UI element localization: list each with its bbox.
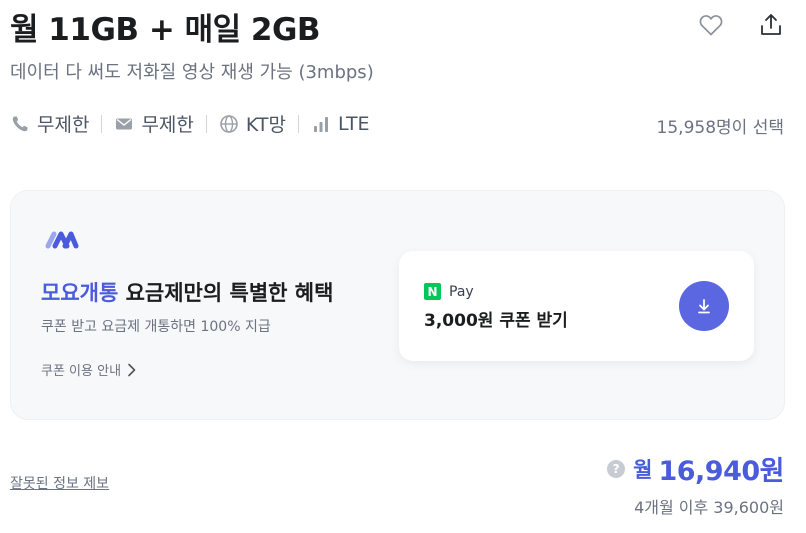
coupon-download-button[interactable] xyxy=(679,281,729,331)
benefit-description: 쿠폰 받고 요금제 개통하면 100% 지급 xyxy=(41,319,271,335)
download-icon xyxy=(698,299,710,314)
npay-label: N Pay xyxy=(424,283,474,300)
spec-sms: 무제한 xyxy=(114,110,194,137)
share-icon xyxy=(761,14,781,35)
divider xyxy=(205,114,207,133)
after-promo-price: 4개월 이후 39,600원 xyxy=(634,498,784,517)
coupon-guide-link[interactable]: 쿠폰 이용 안내 xyxy=(41,360,137,379)
chevron-right-icon xyxy=(128,363,136,376)
like-button[interactable] xyxy=(698,12,724,38)
coupon-card[interactable]: N Pay 3,000원 쿠폰 받기 xyxy=(399,251,754,361)
benefit-brand: 모요개통 xyxy=(41,281,119,305)
benefit-card: 모요개통 요금제만의 특별한 혜택 쿠폰 받고 요금제 개통하면 100% 지급… xyxy=(10,190,785,420)
naver-pay-logo-icon: N xyxy=(424,283,441,300)
selection-count: 15,958명이 선택 xyxy=(656,118,784,138)
heart-icon xyxy=(699,15,723,36)
phone-icon xyxy=(12,116,28,131)
spec-network: KT망 xyxy=(219,110,286,137)
moyo-logo xyxy=(45,229,79,253)
plan-specs: 무제한 무제한 KT망 LTE xyxy=(10,110,370,137)
coupon-amount: 3,000원 쿠폰 받기 xyxy=(424,311,568,331)
spec-voice: 무제한 xyxy=(10,110,89,137)
plan-subtitle: 데이터 다 써도 저화질 영상 재생 가능 (3mbps) xyxy=(10,62,374,83)
spec-voice-label: 무제한 xyxy=(37,114,90,136)
benefit-title-rest: 요금제만의 특별한 혜택 xyxy=(118,281,334,305)
moyo-logo-icon xyxy=(45,231,79,249)
spec-network-label: KT망 xyxy=(245,114,286,136)
price-row: ? 월 16,940원 xyxy=(607,449,784,488)
plan-title: 월 11GB + 매일 2GB xyxy=(10,12,321,48)
globe-icon xyxy=(220,114,238,133)
mail-icon xyxy=(116,118,133,129)
report-wrong-info-link[interactable]: 잘못된 정보 제보 xyxy=(10,473,109,493)
coupon-guide-label: 쿠폰 이용 안내 xyxy=(41,364,122,379)
spec-sms-label: 무제한 xyxy=(141,114,194,136)
monthly-price: 16,940원 xyxy=(658,456,784,487)
divider xyxy=(297,114,299,133)
help-icon[interactable]: ? xyxy=(607,459,626,478)
benefit-title: 모요개통 요금제만의 특별한 혜택 xyxy=(41,277,333,307)
divider xyxy=(101,114,103,133)
signal-icon xyxy=(313,116,328,132)
spec-type-label: LTE xyxy=(337,112,370,135)
share-button[interactable] xyxy=(758,12,784,38)
npay-text: Pay xyxy=(449,283,474,300)
action-buttons xyxy=(698,12,784,38)
spec-type: LTE xyxy=(311,113,370,135)
price-prefix: 월 xyxy=(633,457,653,482)
